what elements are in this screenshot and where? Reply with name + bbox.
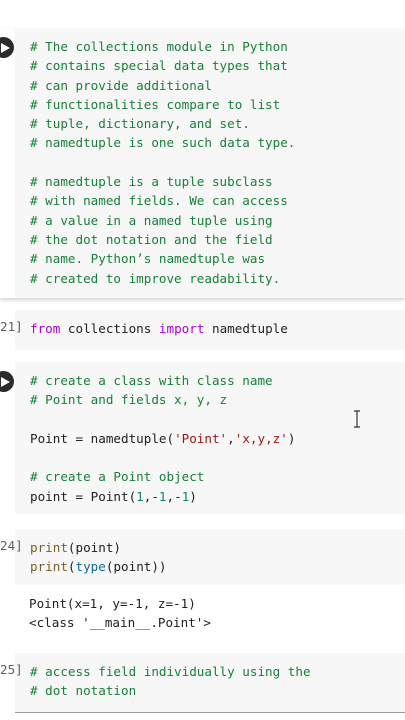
code-token: ) xyxy=(189,488,197,504)
play-circle-icon xyxy=(0,42,10,53)
comment-line: # create a class with class name xyxy=(30,373,273,388)
comment-line: # with named fields. We can access xyxy=(30,193,288,209)
comment-line: # dot notation xyxy=(30,683,137,699)
comment-line: # a value in a named tuple using xyxy=(30,212,273,228)
output-line: <class '__main__.Point'> xyxy=(29,615,211,631)
play-circle-icon xyxy=(0,376,10,387)
code-token: (point) xyxy=(67,540,121,555)
code-token: ,- xyxy=(143,488,159,504)
imported-name: namedtuple xyxy=(204,321,288,336)
comment-line: # name. Python’s namedtuple was xyxy=(30,251,266,267)
comment-line: # namedtuple is one such data type. xyxy=(30,135,296,151)
code-cell-1[interactable]: # The collections module in Python # con… xyxy=(0,29,405,298)
execution-count: 24] xyxy=(0,538,23,553)
execution-count: 25] xyxy=(0,662,23,677)
string-literal: 'Point' xyxy=(174,430,228,446)
keyword-import: import xyxy=(158,321,205,336)
code-editor[interactable]: # The collections module in Python # con… xyxy=(30,37,295,288)
code-cell-2[interactable]: 21] from collections import namedtuple xyxy=(0,310,405,350)
code-editor[interactable]: from collections import namedtuple xyxy=(30,319,288,338)
builtin-print: print xyxy=(30,540,68,555)
top-strip xyxy=(0,0,405,29)
comment-line: # contains special data types that xyxy=(30,58,288,74)
number-literal: 1 xyxy=(136,488,144,504)
comment-line: # access field individually using the xyxy=(30,664,311,679)
module-name: collections xyxy=(60,321,159,336)
text-cursor-icon xyxy=(354,410,360,428)
cell-output: Point(x=1, y=-1, z=-1) <class '__main__.… xyxy=(29,594,211,633)
comment-line: # create a Point object xyxy=(30,469,205,485)
builtin-print: print xyxy=(30,559,68,575)
run-cell-button[interactable] xyxy=(0,37,14,58)
comment-line: # functionalities compare to list xyxy=(30,96,281,112)
comment-line: # created to improve readability. xyxy=(30,270,281,286)
builtin-type: type xyxy=(75,559,106,575)
comment-line: # can provide additional xyxy=(30,77,212,93)
code-token: , xyxy=(227,430,235,446)
execution-count: 21] xyxy=(0,319,23,334)
code-token: ( xyxy=(67,559,76,575)
output-line: Point(x=1, y=-1, z=-1) xyxy=(29,596,196,611)
code-editor[interactable]: # create a class with class name # Point… xyxy=(30,371,295,506)
keyword-from: from xyxy=(30,321,61,336)
code-token: point = Point( xyxy=(30,488,137,504)
code-editor[interactable]: print(point) print(type(point)) xyxy=(30,538,167,577)
code-cell-3[interactable]: # create a class with class name # Point… xyxy=(0,362,405,514)
number-literal: 1 xyxy=(158,488,167,504)
code-token: (point)) xyxy=(105,559,167,575)
code-token: ,- xyxy=(166,488,182,504)
string-literal: 'x,y,z' xyxy=(234,430,288,446)
divider xyxy=(15,712,405,713)
code-token: ) xyxy=(287,430,296,446)
code-cell-4[interactable]: 24] print(point) print(type(point)) xyxy=(0,529,405,585)
code-token: Point = namedtuple( xyxy=(30,430,175,446)
comment-line: # The collections module in Python xyxy=(30,39,288,54)
comment-line: # Point and fields x, y, z xyxy=(30,392,228,408)
run-cell-button[interactable] xyxy=(0,371,14,392)
comment-line: # namedtuple is a tuple subclass xyxy=(30,174,273,190)
comment-line: # the dot notation and the field xyxy=(30,231,273,247)
code-cell-5[interactable]: 25] # access field individually using th… xyxy=(0,653,405,712)
code-editor[interactable]: # access field individually using the # … xyxy=(30,662,311,701)
comment-line: # tuple, dictionary, and set. xyxy=(30,116,250,132)
